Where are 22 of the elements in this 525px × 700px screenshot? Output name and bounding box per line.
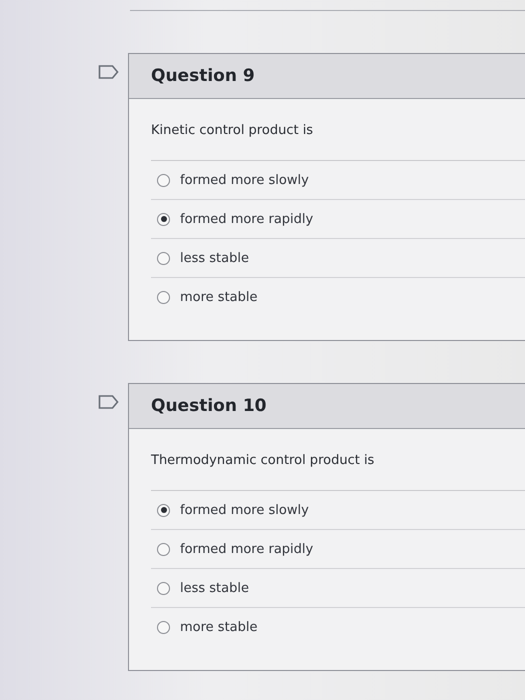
answer-label[interactable]: formed more slowly [180,502,309,518]
flag-icon[interactable] [98,65,119,79]
answer-label[interactable]: formed more rapidly [180,212,314,226]
radio-button[interactable] [157,582,170,594]
answer-label[interactable]: less stable [180,580,249,596]
flag-icon[interactable] [98,395,119,409]
answer-label[interactable]: less stable [180,250,249,266]
question-text: Kinetic control product is [151,123,525,161]
question-text: Thermodynamic control product is [151,453,525,491]
answer-label[interactable]: more stable [180,620,258,634]
question-title: Question 10 [151,396,267,416]
radio-button[interactable] [157,620,170,634]
radio-button[interactable] [157,290,170,304]
answer-label[interactable]: more stable [180,290,258,304]
radio-button[interactable] [157,212,170,226]
radio-button[interactable] [157,252,170,264]
radio-button[interactable] [157,542,170,556]
answer-label[interactable]: formed more slowly [180,172,309,188]
radio-button[interactable] [157,174,170,186]
radio-button[interactable] [157,504,170,516]
question-title: Question 9 [151,66,255,86]
answer-label[interactable]: formed more rapidly [180,542,314,556]
